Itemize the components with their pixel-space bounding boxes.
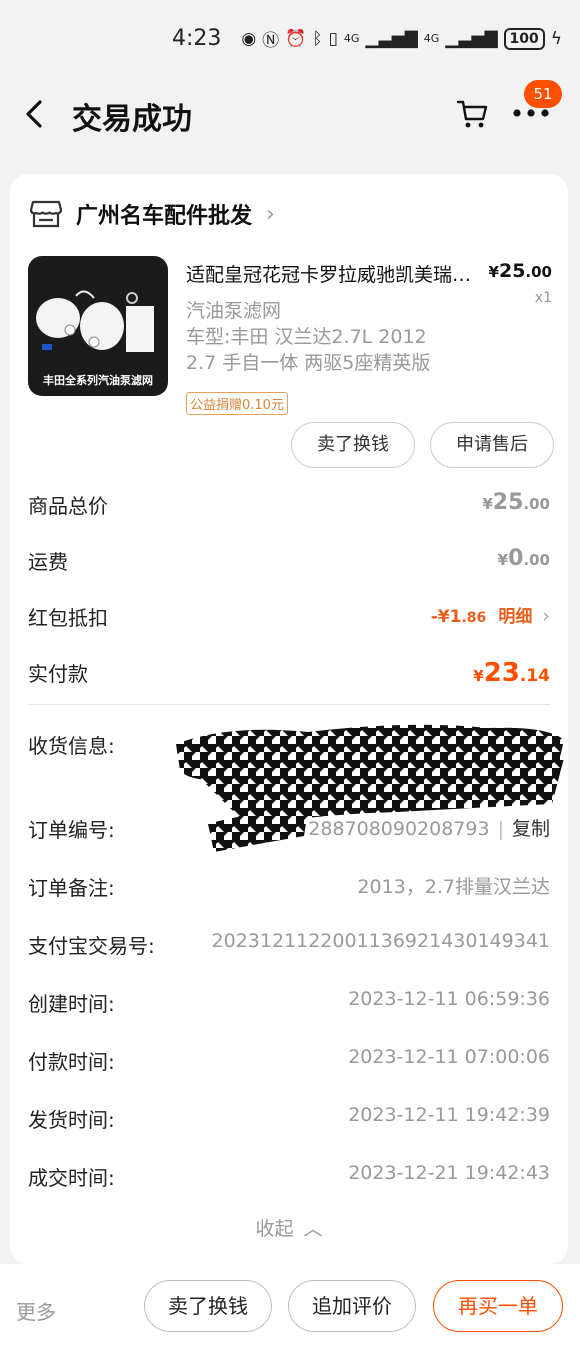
network-label: 4G xyxy=(343,32,360,45)
shop-name: 广州名车配件批发 xyxy=(76,204,253,229)
paid-label: 实付款 xyxy=(28,662,88,686)
created-label: 创建时间: xyxy=(28,992,115,1016)
coupon-detail-link[interactable]: 明细 xyxy=(498,607,532,627)
header: 交易成功 51 xyxy=(0,80,580,150)
product-spec-1: 汽油泵滤网 xyxy=(186,300,282,322)
notification-badge: 51 xyxy=(524,80,562,108)
charging-icon: ϟ xyxy=(550,28,562,49)
back-arrow-icon[interactable] xyxy=(20,96,50,132)
collapse-button[interactable]: 收起 ︿ xyxy=(10,1214,568,1241)
shipping-value: ¥0.00 xyxy=(498,546,550,571)
thumbnail-caption: 丰田全系列汽油泵滤网 xyxy=(43,374,153,387)
price-decimal: .00 xyxy=(525,263,552,281)
paid-decimal: .14 xyxy=(519,666,550,686)
battery-indicator: 100 xyxy=(503,27,545,50)
paid-time-row: 付款时间: 2023-12-11 07:00:06 xyxy=(28,1040,550,1080)
address-label: 收货信息: xyxy=(28,734,115,758)
network-label-2: 4G xyxy=(423,32,440,45)
alipay-label: 支付宝交易号: xyxy=(28,934,155,958)
chevron-up-icon: ︿ xyxy=(303,1218,323,1240)
cart-icon[interactable] xyxy=(456,98,490,130)
shop-row[interactable]: 广州名车配件批发 › xyxy=(30,196,275,232)
vibrate-icon: ▯ xyxy=(328,28,338,49)
status-time: 4:23 xyxy=(172,26,222,51)
chevron-right-icon: › xyxy=(542,605,550,627)
shipped-label: 发货时间: xyxy=(28,1108,115,1132)
alipay-value: 2023121122001136921430149341 xyxy=(211,930,550,952)
total-value: ¥25.00 xyxy=(482,490,550,515)
more-dots-icon[interactable] xyxy=(512,106,550,120)
coupon-row[interactable]: 红包抵扣 -¥1.86 明细 › xyxy=(28,596,550,636)
coupon-integer: 1 xyxy=(449,607,462,627)
shipping-label: 运费 xyxy=(28,550,68,574)
product-thumbnail[interactable]: 丰田全系列汽油泵滤网 xyxy=(28,256,168,396)
signal-icon-2: ▁▃▅▇ xyxy=(445,28,498,49)
order-number-label: 订单编号: xyxy=(28,818,115,842)
note-row: 订单备注: 2013，2.7排量汉兰达 xyxy=(28,866,550,906)
coupon-prefix: -¥ xyxy=(430,607,450,627)
shipped-value: 2023-12-11 19:42:39 xyxy=(348,1104,550,1126)
charity-tag: 公益捐赠0.10元 xyxy=(186,392,288,415)
sell-for-cash-button[interactable]: 卖了换钱 xyxy=(144,1280,272,1332)
total-label: 商品总价 xyxy=(28,494,108,518)
page-title: 交易成功 xyxy=(72,102,192,137)
paid-time-label: 付款时间: xyxy=(28,1050,115,1074)
note-label: 订单备注: xyxy=(28,876,115,900)
product-quantity: x1 xyxy=(534,290,552,306)
bottom-action-bar: 更多 卖了换钱 追加评价 再买一单 xyxy=(0,1264,580,1350)
currency-symbol: ¥ xyxy=(473,667,484,685)
shipping-row: 运费 ¥0.00 xyxy=(28,540,550,580)
status-icons: ◉ Ⓝ ⏰ ᛒ ▯ 4G ▁▃▅▇ 4G ▁▃▅▇ 100 ϟ xyxy=(241,26,562,51)
created-value: 2023-12-11 06:59:36 xyxy=(348,988,550,1010)
product-title[interactable]: 适配皇冠花冠卡罗拉威驰凯美瑞雷凌汽油泵滤网 xyxy=(186,260,476,287)
done-label: 成交时间: xyxy=(28,1166,115,1190)
paid-time-value: 2023-12-11 07:00:06 xyxy=(348,1046,550,1068)
redaction-overlay xyxy=(176,724,564,852)
order-card: 广州名车配件批发 › 丰田全系列汽油泵滤网 适配皇冠花冠卡罗拉威驰凯美瑞雷凌汽油… xyxy=(10,174,568,1264)
coupon-decimal: .86 xyxy=(461,610,487,626)
status-bar: 4:23 ◉ Ⓝ ⏰ ᛒ ▯ 4G ▁▃▅▇ 4G ▁▃▅▇ 100 ϟ xyxy=(0,0,580,80)
shipped-row: 发货时间: 2023-12-11 19:42:39 xyxy=(28,1098,550,1138)
coupon-label: 红包抵扣 xyxy=(28,606,108,630)
product-price: ¥25.00 xyxy=(489,260,552,282)
shipping-decimal: .00 xyxy=(523,551,550,569)
shop-icon xyxy=(30,200,62,228)
collapse-label: 收起 xyxy=(255,1218,294,1240)
nfc-icon: Ⓝ xyxy=(262,31,280,51)
alipay-row: 支付宝交易号: 2023121122001136921430149341 xyxy=(28,924,550,964)
add-review-button[interactable]: 追加评价 xyxy=(288,1280,416,1332)
currency-symbol: ¥ xyxy=(482,495,493,513)
currency-symbol: ¥ xyxy=(488,263,499,281)
buy-again-button[interactable]: 再买一单 xyxy=(433,1280,563,1332)
paid-row: 实付款 ¥23.14 xyxy=(28,652,550,692)
shipping-integer: 0 xyxy=(508,546,524,571)
total-integer: 25 xyxy=(492,490,524,515)
product-spec-3: 2.7 手自一体 两驱5座精英版 xyxy=(186,352,431,374)
signal-icon: ▁▃▅▇ xyxy=(365,28,418,49)
after-sale-button[interactable]: 申请售后 xyxy=(430,422,554,468)
more-button[interactable]: 更多 xyxy=(16,1296,56,1325)
currency-symbol: ¥ xyxy=(497,551,509,569)
bluetooth-icon: ᛒ xyxy=(312,28,323,49)
done-row: 成交时间: 2023-12-21 19:42:43 xyxy=(28,1156,550,1196)
paid-integer: 23 xyxy=(483,658,520,688)
eye-icon: ◉ xyxy=(241,28,257,49)
coupon-value[interactable]: -¥1.86 明细 › xyxy=(431,602,550,627)
note-value: 2013，2.7排量汉兰达 xyxy=(357,876,550,898)
price-integer: 25 xyxy=(498,260,526,282)
created-row: 创建时间: 2023-12-11 06:59:36 xyxy=(28,982,550,1022)
paid-value: ¥23.14 xyxy=(473,658,550,688)
alarm-icon: ⏰ xyxy=(285,28,307,49)
chevron-right-icon: › xyxy=(266,201,275,227)
sell-button[interactable]: 卖了换钱 xyxy=(291,422,415,468)
product-spec-2: 车型:丰田 汉兰达2.7L 2012 xyxy=(186,326,427,348)
total-decimal: .00 xyxy=(523,495,550,513)
done-value: 2023-12-21 19:42:43 xyxy=(348,1162,550,1184)
total-row: 商品总价 ¥25.00 xyxy=(28,484,550,524)
